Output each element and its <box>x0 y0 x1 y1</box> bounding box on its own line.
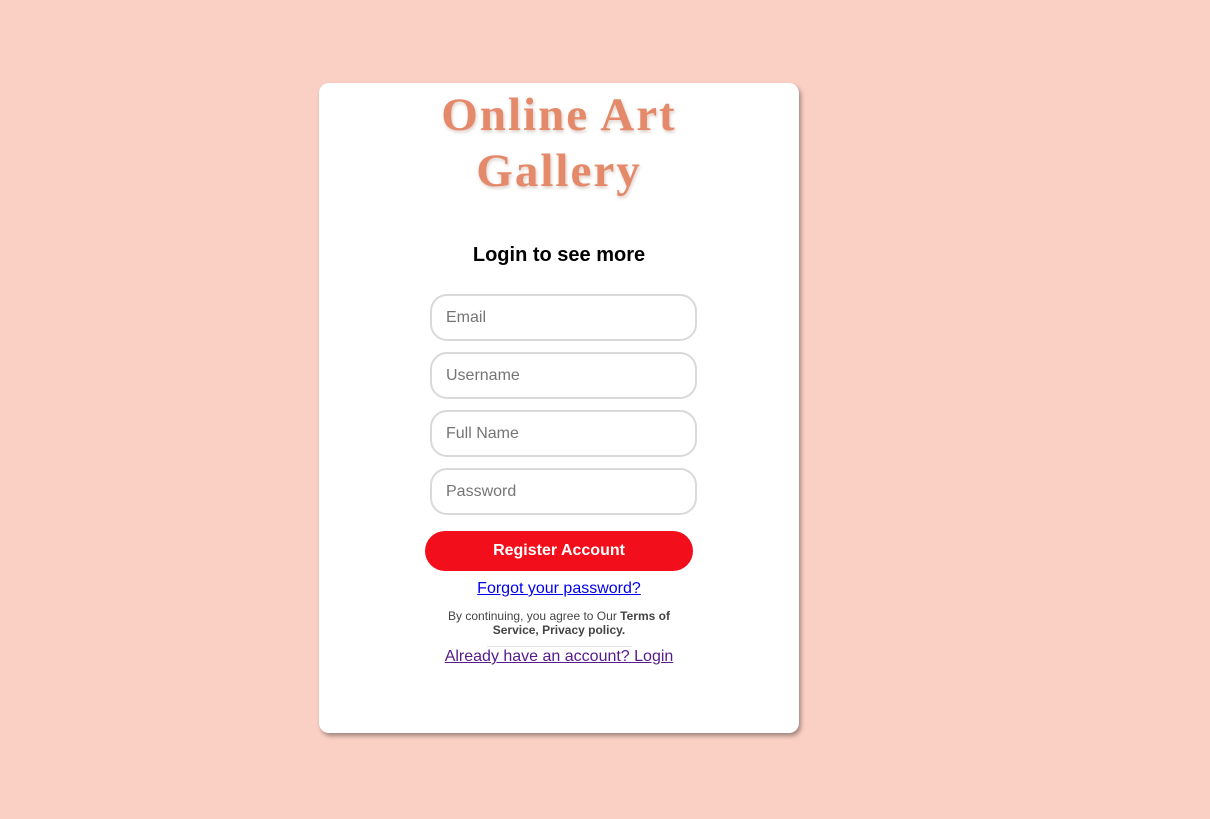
logo-line-1: Online Art <box>441 89 677 141</box>
login-row: Already have an account? Login <box>319 648 799 666</box>
forgot-password-row: Forgot your password? <box>319 580 799 598</box>
register-card: Online Art Gallery Login to see more Reg… <box>319 83 799 733</box>
forgot-password-link[interactable]: Forgot your password? <box>477 580 641 597</box>
password-input[interactable] <box>430 468 697 515</box>
site-logo: Online Art Gallery <box>319 87 799 199</box>
register-button[interactable]: Register Account <box>425 531 693 571</box>
fullname-input[interactable] <box>430 410 697 457</box>
terms-notice: By continuing, you agree to Our Terms of… <box>439 609 679 637</box>
terms-prefix: By continuing, you agree to Our <box>448 609 621 623</box>
privacy-policy-label: Privacy policy. <box>538 623 626 637</box>
login-link[interactable]: Already have an account? Login <box>445 648 674 665</box>
username-input[interactable] <box>430 352 697 399</box>
email-input[interactable] <box>430 294 697 341</box>
form-heading: Login to see more <box>472 244 646 266</box>
divider <box>487 646 632 647</box>
logo-line-2: Gallery <box>476 145 642 197</box>
